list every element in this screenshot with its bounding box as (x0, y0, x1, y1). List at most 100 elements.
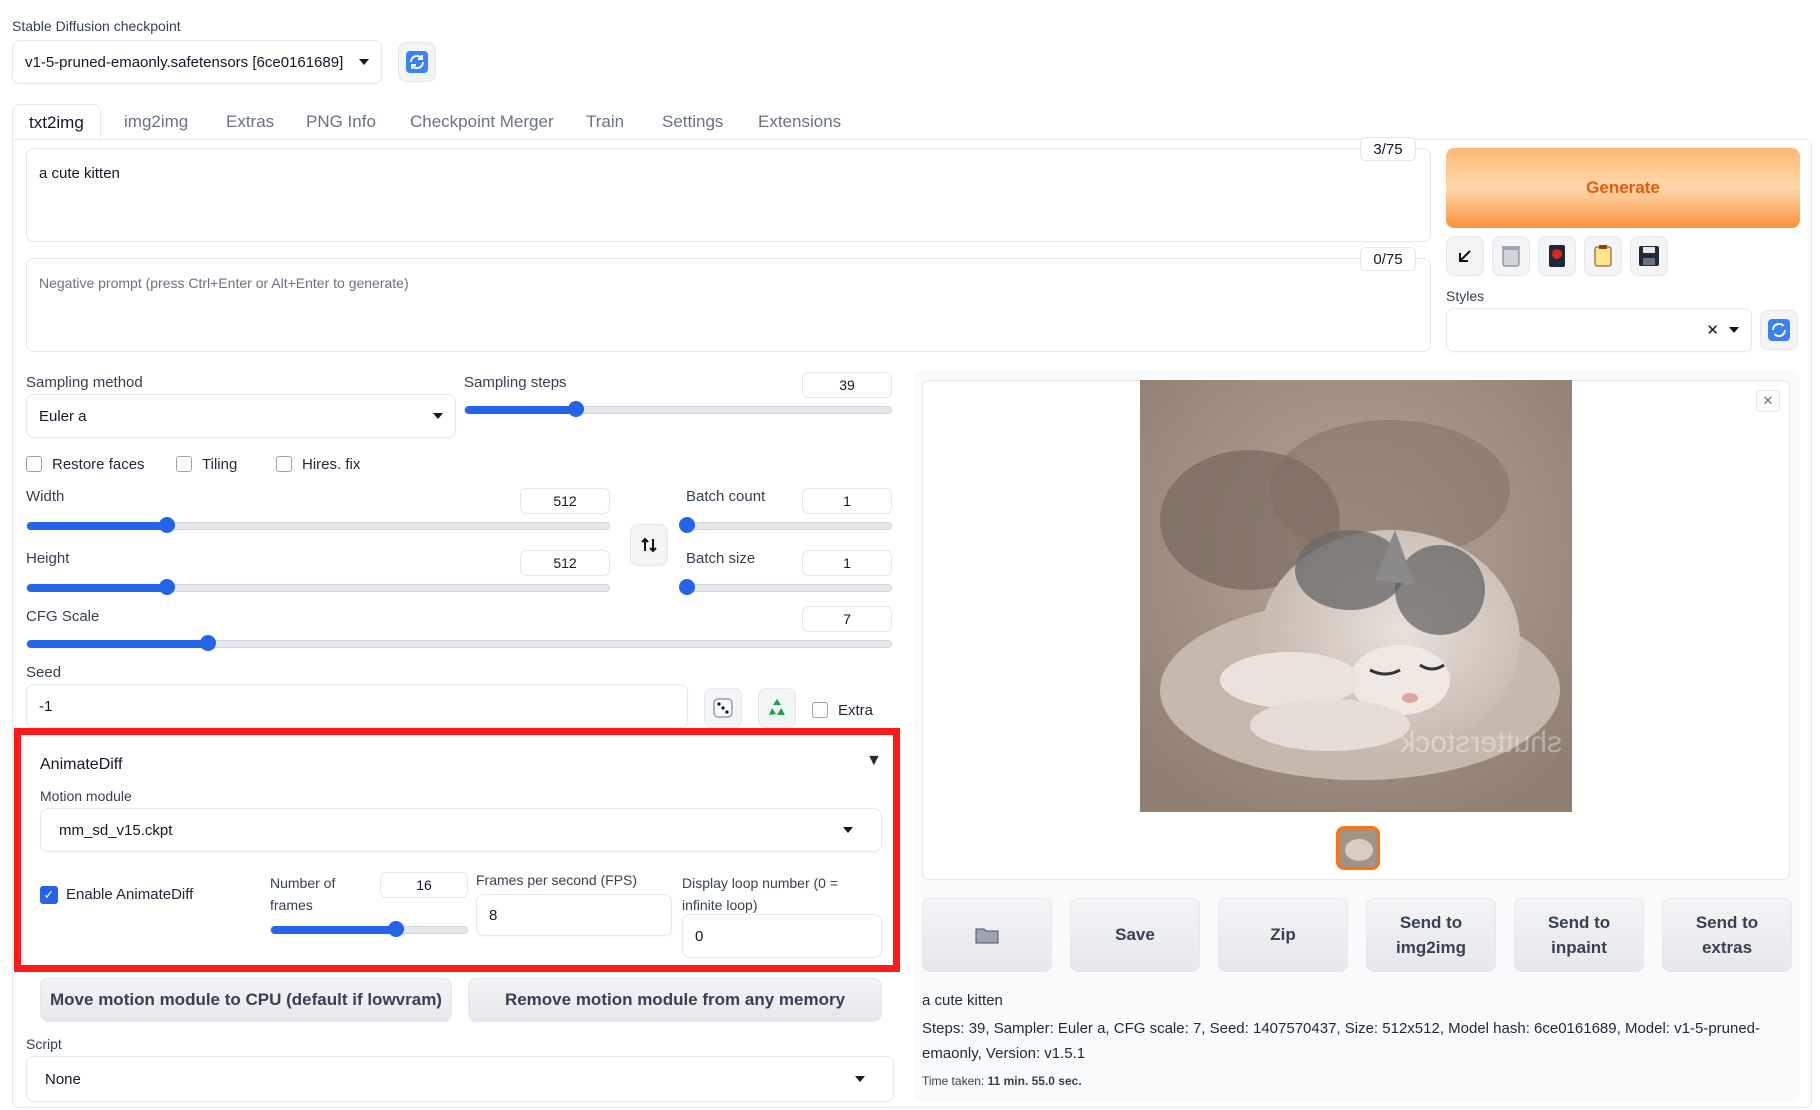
restore-faces-checkbox[interactable] (26, 456, 42, 472)
close-icon[interactable]: ✕ (1756, 390, 1780, 412)
recycle-icon (769, 699, 785, 715)
tab-checkpoint-merger[interactable]: Checkpoint Merger (394, 104, 570, 140)
checkpoint-dropdown[interactable]: v1-5-pruned-emaonly.safetensors [6ce0161… (12, 40, 382, 84)
script-value: None (45, 1070, 81, 1088)
collapse-triangle-icon[interactable]: ▼ (866, 752, 882, 770)
gallery-thumbnail[interactable] (1336, 826, 1380, 870)
time-taken-label: Time taken: (922, 1074, 985, 1088)
hires-fix-checkbox[interactable] (276, 456, 292, 472)
batch-size-label: Batch size (686, 550, 756, 567)
batch-size-input[interactable]: 1 (802, 550, 892, 576)
styles-label: Styles (1446, 288, 1485, 304)
watermark-text: shutterstock (1399, 726, 1562, 759)
motion-module-value: mm_sd_v15.ckpt (59, 821, 173, 839)
tab-txt2img[interactable]: txt2img (12, 104, 101, 140)
sampling-steps-input[interactable]: 39 (802, 372, 892, 398)
sampling-steps-slider[interactable] (464, 401, 892, 417)
enable-animatediff-checkbox[interactable]: ✓ (40, 886, 58, 904)
batch-count-slider[interactable] (679, 517, 892, 533)
seed-value: -1 (39, 697, 53, 715)
batch-count-input[interactable]: 1 (802, 488, 892, 514)
thumbnail-kitten-shape (1345, 839, 1373, 861)
slider-handle[interactable] (679, 517, 695, 533)
sampling-method-label: Sampling method (26, 374, 143, 391)
save-style-button[interactable] (1630, 236, 1668, 276)
clear-icon[interactable]: ✕ (1706, 321, 1719, 339)
slider-fill (465, 406, 576, 414)
seed-input[interactable]: -1 (26, 684, 688, 728)
refresh-styles-button[interactable] (1760, 310, 1798, 350)
height-input[interactable]: 512 (520, 550, 610, 576)
number-of-frames-slider[interactable] (270, 921, 468, 937)
tiling-checkbox[interactable] (176, 456, 192, 472)
clear-prompt-button[interactable] (1492, 236, 1530, 276)
tab-png-info[interactable]: PNG Info (290, 104, 392, 140)
tab-settings[interactable]: Settings (646, 104, 739, 140)
animatediff-title: AnimateDiff (40, 756, 123, 773)
remove-motion-module-button[interactable]: Remove motion module from any memory (468, 978, 882, 1022)
width-label: Width (26, 488, 65, 505)
info-prompt: a cute kitten (922, 992, 1003, 1009)
zip-button[interactable]: Zip (1218, 898, 1348, 972)
width-slider[interactable] (26, 517, 610, 533)
slider-handle[interactable] (567, 401, 584, 417)
floppy-disk-icon (1639, 246, 1659, 266)
fps-input[interactable]: 8 (476, 894, 672, 936)
slider-handle[interactable] (158, 579, 175, 595)
time-taken: Time taken: 11 min. 55.0 sec. (922, 1074, 1082, 1088)
time-taken-value: 11 min. 55.0 sec. (987, 1074, 1082, 1088)
extra-networks-button[interactable] (1538, 236, 1576, 276)
chevron-down-icon (843, 827, 853, 833)
tab-img2img[interactable]: img2img (108, 104, 204, 140)
prompt-token-counter: 3/75 (1360, 137, 1416, 161)
chevron-down-icon (359, 59, 369, 65)
prompt-input[interactable]: a cute kitten (26, 148, 1431, 242)
fps-value: 8 (489, 906, 498, 924)
generated-image[interactable]: shutterstock (1140, 380, 1572, 812)
extra-seed-checkbox[interactable] (812, 702, 828, 718)
batch-size-slider[interactable] (679, 579, 892, 595)
cfg-scale-input[interactable]: 7 (802, 606, 892, 632)
save-button[interactable]: Save (1070, 898, 1200, 972)
reuse-seed-button[interactable] (758, 688, 796, 728)
tab-train[interactable]: Train (570, 104, 640, 140)
hires-fix-label: Hires. fix (302, 456, 361, 473)
slider-fill (271, 926, 397, 934)
motion-module-label: Motion module (40, 788, 132, 804)
tab-extras[interactable]: Extras (210, 104, 290, 140)
number-of-frames-input[interactable]: 16 (380, 872, 468, 898)
swap-dimensions-button[interactable] (630, 524, 668, 566)
send-to-img2img-button[interactable]: Send to img2img (1366, 898, 1496, 972)
script-label: Script (26, 1036, 62, 1052)
slider-handle[interactable] (158, 517, 175, 533)
loop-number-input[interactable]: 0 (682, 914, 882, 958)
send-to-extras-button[interactable]: Send to extras (1662, 898, 1792, 972)
apply-styles-button[interactable] (1584, 236, 1622, 276)
sampling-method-dropdown[interactable]: Euler a (26, 394, 456, 438)
refresh-checkpoint-button[interactable] (398, 42, 436, 82)
open-folder-button[interactable] (922, 898, 1052, 972)
negative-prompt-input[interactable]: Negative prompt (press Ctrl+Enter or Alt… (26, 258, 1431, 352)
cfg-scale-label: CFG Scale (26, 608, 100, 625)
script-dropdown[interactable]: None (26, 1056, 894, 1102)
cfg-scale-slider[interactable] (26, 635, 892, 651)
negative-prompt-placeholder: Negative prompt (press Ctrl+Enter or Alt… (39, 275, 409, 291)
batch-count-label: Batch count (686, 488, 766, 505)
read-params-button[interactable] (1446, 236, 1484, 276)
tiling-label: Tiling (202, 456, 238, 473)
slider-handle[interactable] (679, 579, 695, 595)
styles-dropdown[interactable]: ✕ (1446, 308, 1752, 352)
send-to-inpaint-button[interactable]: Send to inpaint (1514, 898, 1644, 972)
info-parameters: Steps: 39, Sampler: Euler a, CFG scale: … (922, 1020, 1761, 1062)
random-seed-button[interactable] (704, 688, 742, 728)
move-motion-module-cpu-button[interactable]: Move motion module to CPU (default if lo… (40, 978, 452, 1022)
height-slider[interactable] (26, 579, 610, 595)
tab-extensions[interactable]: Extensions (742, 104, 857, 140)
generate-button[interactable]: Generate (1446, 148, 1800, 228)
chevron-down-icon (433, 413, 443, 419)
clipboard-icon (1594, 245, 1612, 267)
sampling-steps-label: Sampling steps (464, 374, 567, 391)
number-of-frames-label: Number of frames (270, 875, 336, 913)
motion-module-dropdown[interactable]: mm_sd_v15.ckpt (40, 808, 882, 852)
width-input[interactable]: 512 (520, 488, 610, 514)
